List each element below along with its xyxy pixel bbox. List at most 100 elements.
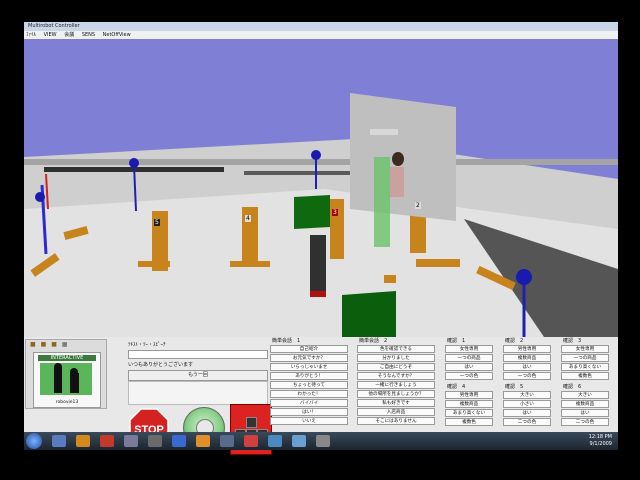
conversation-column-1: 簡単会話 1 自己紹介 お元気ですか？ いらっしゃいませ ありがとう！ ちょっと…	[270, 337, 348, 426]
phrase-button[interactable]: 入店商品	[357, 408, 435, 416]
menu-sens[interactable]: SENS	[82, 32, 95, 38]
menu-view[interactable]: VIEW	[44, 32, 57, 38]
menu-file[interactable]: ﾌｧｲﾙ	[26, 32, 36, 38]
app-icon[interactable]	[316, 435, 330, 447]
browser-icon[interactable]	[76, 435, 90, 447]
confirm-column-2: 確認 2 男性専用 複数商品 はい 一つの色	[503, 337, 551, 381]
explorer-icon[interactable]	[52, 435, 66, 447]
confirm-button[interactable]: 一つの商品	[445, 354, 493, 362]
confirm-button[interactable]: 男性専用	[503, 345, 551, 353]
green-box	[294, 195, 330, 229]
marker-4: 4	[245, 215, 251, 222]
column-header: 簡単会話 1	[272, 338, 301, 344]
menu-netoffview[interactable]: NetOffView	[103, 32, 131, 38]
confirm-button[interactable]: 男性専用	[445, 391, 493, 399]
confirm-button[interactable]: 女性専用	[561, 345, 609, 353]
phrase-button[interactable]: ご自由にどうぞ	[357, 363, 435, 371]
folder-add-icon[interactable]: ■	[51, 341, 57, 348]
column-header: 確認 4	[447, 384, 466, 390]
phrase-button[interactable]: 一緒に行きましょう	[357, 381, 435, 389]
media-player-icon[interactable]	[100, 435, 114, 447]
confirm-button[interactable]: 女性専用	[445, 345, 493, 353]
3d-scene-view[interactable]: 5 4 3 2	[24, 39, 618, 337]
app-icon[interactable]	[148, 435, 162, 447]
phrase-button[interactable]: お元気ですか？	[270, 354, 348, 362]
tts-input[interactable]	[128, 350, 268, 359]
app-icon[interactable]	[244, 435, 258, 447]
clock-time: 12:18 PM	[588, 434, 612, 440]
filezilla-icon[interactable]	[196, 435, 210, 447]
phrase-button[interactable]: わかった！	[270, 390, 348, 398]
column-header: 確認 6	[563, 384, 582, 390]
confirm-button[interactable]: 大きい	[561, 391, 609, 399]
folder-icon[interactable]: ■	[41, 341, 47, 348]
confirm-button[interactable]: はい	[445, 363, 493, 371]
phrase-button[interactable]: いいえ	[270, 417, 348, 425]
system-clock[interactable]: 12:18 PM 9/1/2009	[589, 434, 612, 448]
grid-icon[interactable]: ▦	[62, 341, 68, 348]
tts-history-area[interactable]	[128, 381, 268, 405]
conversation-column-2: 簡単会話 2 色を確認できる 分かりました ご自由にどうぞ そうなんですか？ 一…	[357, 337, 435, 426]
folder-open-icon[interactable]: ■	[30, 341, 36, 348]
tts-sample-text: いつもありがとうございます	[128, 362, 194, 368]
phrase-button[interactable]: バイバイ	[270, 399, 348, 407]
confirm-button[interactable]: はい	[561, 409, 609, 417]
confirm-button[interactable]: 小さい	[503, 400, 551, 408]
app-window: Multirobot Controller ﾌｧｲﾙ VIEW 会議 SENS …	[24, 22, 618, 455]
marker-2: 2	[415, 202, 421, 209]
confirm-button[interactable]: 複数商品	[561, 400, 609, 408]
column-header: 確認 5	[505, 384, 524, 390]
phrase-button[interactable]: 他の場所を見ましょうか？	[357, 390, 435, 398]
confirm-button[interactable]: 複数商品	[503, 354, 551, 362]
app-icon[interactable]	[292, 435, 306, 447]
robot-name: robovie13	[55, 400, 79, 405]
confirm-button[interactable]: 大きい	[503, 391, 551, 399]
confirm-button[interactable]: 二つの色	[561, 418, 609, 426]
column-header: 確認 3	[563, 338, 582, 344]
phrase-button[interactable]: そこにはありません	[357, 417, 435, 425]
phrase-button[interactable]: ありがとう！	[270, 372, 348, 380]
marker-3: 3	[332, 209, 338, 216]
confirm-button[interactable]: 一つの色	[503, 372, 551, 380]
phrase-button[interactable]: そうなんですか？	[357, 372, 435, 380]
confirm-column-6: 確認 6 大きい 複数商品 はい 二つの色	[561, 383, 609, 427]
confirm-button[interactable]: 一つの商品	[561, 354, 609, 362]
confirm-button[interactable]: 複数色	[445, 418, 493, 426]
arrow-up-icon[interactable]	[246, 417, 257, 428]
phrase-button[interactable]: いらっしゃいませ	[270, 363, 348, 371]
confirm-button[interactable]: 複数色	[561, 372, 609, 380]
confirm-button[interactable]: あまり高くない	[561, 363, 609, 371]
start-button[interactable]	[26, 433, 42, 449]
robot-card[interactable]: INTERACTIVE robovie13	[33, 352, 101, 408]
app-icon[interactable]	[172, 435, 186, 447]
phrase-button[interactable]: 自己紹介	[270, 345, 348, 353]
confirm-button[interactable]: 一つの色	[445, 372, 493, 380]
confirm-button[interactable]: 複数商品	[445, 400, 493, 408]
app-icon[interactable]	[268, 435, 282, 447]
scene-canvas	[24, 39, 618, 337]
repeat-button[interactable]: もう一回	[128, 370, 268, 381]
confirm-button[interactable]: 二つの色	[503, 418, 551, 426]
taskbar: 12:18 PM 9/1/2009	[24, 432, 618, 450]
app-icon[interactable]	[220, 435, 234, 447]
phrase-button[interactable]: 色を確認できる	[357, 345, 435, 353]
phrase-button[interactable]: はい！	[270, 408, 348, 416]
robot-thumbnail	[40, 363, 92, 395]
confirm-button[interactable]: はい	[503, 409, 551, 417]
phrase-button[interactable]: 分かりました	[357, 354, 435, 362]
confirm-column-4: 確認 4 男性専用 複数商品 あまり高くない 複数色	[445, 383, 493, 427]
green-box	[342, 291, 396, 337]
phrase-button[interactable]: 私も好きです	[357, 399, 435, 407]
confirm-column-3: 確認 3 女性専用 一つの商品 あまり高くない 複数色	[561, 337, 609, 381]
phrase-button[interactable]: ちょっと待って	[270, 381, 348, 389]
confirm-button[interactable]: あまり高くない	[445, 409, 493, 417]
menu-bar: ﾌｧｲﾙ VIEW 会議 SENS NetOffView	[24, 31, 618, 39]
robot-list-toolbar: ■ ■ ■ ▦	[26, 340, 106, 350]
control-panel: ■ ■ ■ ▦ INTERACTIVE robovie13 ﾃｷｽﾄ・ﾂｰ・ｽﾋ…	[24, 337, 618, 455]
column-header: 確認 2	[505, 338, 524, 344]
app-icon[interactable]	[124, 435, 138, 447]
robot-model	[310, 235, 326, 291]
confirm-column-1: 確認 1 女性専用 一つの商品 はい 一つの色	[445, 337, 493, 381]
menu-meeting[interactable]: 会議	[64, 32, 74, 38]
confirm-button[interactable]: はい	[503, 363, 551, 371]
